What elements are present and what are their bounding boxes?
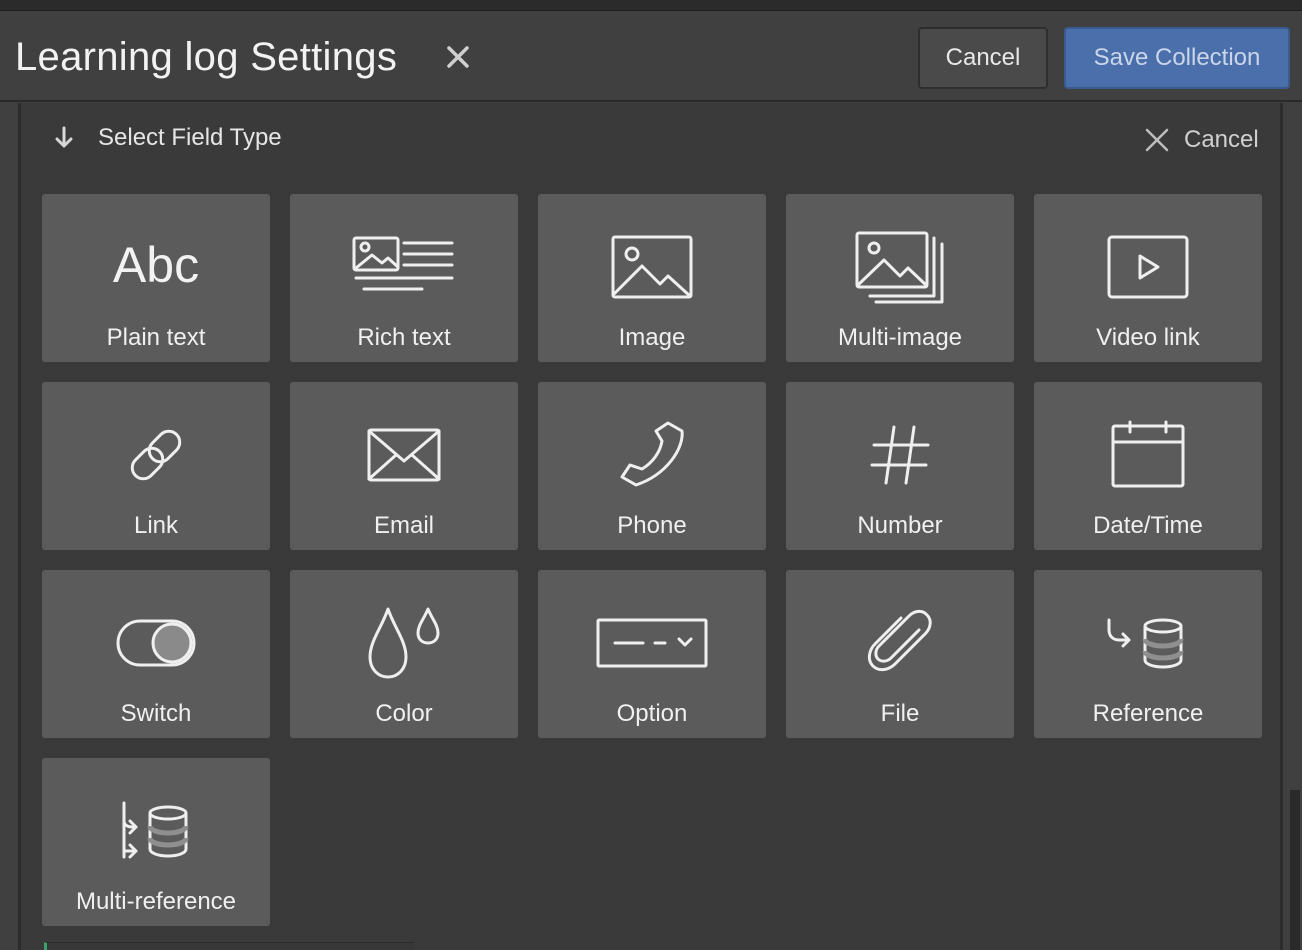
- field-type-color[interactable]: Color: [290, 570, 518, 738]
- rich-text-icon: [352, 236, 454, 291]
- text-abc-icon: Abc: [113, 237, 199, 293]
- top-bar: [0, 0, 1302, 11]
- select-field-cancel-button[interactable]: Cancel: [1142, 120, 1259, 160]
- toggle-icon: [116, 619, 196, 667]
- phone-icon: [620, 421, 684, 487]
- field-type-video-link[interactable]: Video link: [1034, 194, 1262, 362]
- multi-reference-icon: [122, 801, 189, 859]
- field-type-reference[interactable]: Reference: [1034, 570, 1262, 738]
- field-type-label: Multi-reference: [75, 888, 237, 915]
- field-type-label: Reference: [1092, 700, 1204, 727]
- field-type-label: Email: [373, 512, 434, 539]
- image-icon: [611, 235, 693, 299]
- field-type-switch[interactable]: Switch: [42, 570, 270, 738]
- field-type-label: Video link: [1096, 324, 1200, 351]
- hash-icon: [870, 425, 930, 485]
- svg-text:Abc: Abc: [113, 237, 199, 293]
- field-type-label: Phone: [617, 512, 687, 539]
- field-type-number[interactable]: Number: [786, 382, 1014, 550]
- field-type-email[interactable]: Email: [290, 382, 518, 550]
- video-play-icon: [1107, 235, 1189, 299]
- field-type-multi-image[interactable]: Multi-image: [786, 194, 1014, 362]
- field-type-image[interactable]: Image: [538, 194, 766, 362]
- dropdown-icon: [596, 618, 708, 668]
- field-type-option[interactable]: Option: [538, 570, 766, 738]
- field-type-plain-text[interactable]: Abc Plain text: [42, 194, 270, 362]
- field-type-label: Multi-image: [837, 324, 963, 351]
- link-icon: [130, 429, 182, 481]
- close-icon[interactable]: [440, 39, 476, 75]
- field-type-label: Plain text: [106, 324, 206, 351]
- field-type-label: Rich text: [357, 324, 451, 351]
- multi-image-icon: [855, 231, 944, 304]
- section-header: Select Field Type: [50, 118, 282, 158]
- next-field-row: [44, 942, 414, 950]
- field-type-label: Number: [857, 512, 943, 539]
- field-type-label: File: [880, 700, 920, 727]
- paperclip-icon: [867, 609, 932, 672]
- cancel-label: Cancel: [1184, 126, 1259, 153]
- field-type-label: Link: [133, 512, 179, 539]
- calendar-icon: [1111, 420, 1185, 488]
- field-type-date-time[interactable]: Date/Time: [1034, 382, 1262, 550]
- field-type-label: Date/Time: [1093, 512, 1203, 539]
- reference-icon: [1107, 618, 1184, 669]
- field-type-label: Color: [375, 700, 433, 727]
- field-type-label: Option: [616, 700, 688, 727]
- field-type-phone[interactable]: Phone: [538, 382, 766, 550]
- field-type-label: Switch: [120, 700, 192, 727]
- arrow-down-icon: [55, 126, 73, 148]
- field-type-rich-text[interactable]: Rich text: [290, 194, 518, 362]
- field-type-label: Image: [618, 324, 686, 351]
- envelope-icon: [367, 428, 441, 482]
- droplets-icon: [368, 607, 440, 679]
- page-title: Learning log Settings: [15, 35, 398, 79]
- cancel-button[interactable]: Cancel: [918, 27, 1048, 89]
- field-type-file[interactable]: File: [786, 570, 1014, 738]
- modal-header: Learning log Settings Cancel Save Collec…: [0, 11, 1302, 102]
- close-icon: [1145, 128, 1169, 152]
- field-type-link[interactable]: Link: [42, 382, 270, 550]
- section-title: Select Field Type: [98, 124, 282, 151]
- save-collection-button[interactable]: Save Collection: [1064, 27, 1290, 89]
- field-type-multi-reference[interactable]: Multi-reference: [42, 758, 270, 926]
- scrollbar[interactable]: [1290, 790, 1300, 950]
